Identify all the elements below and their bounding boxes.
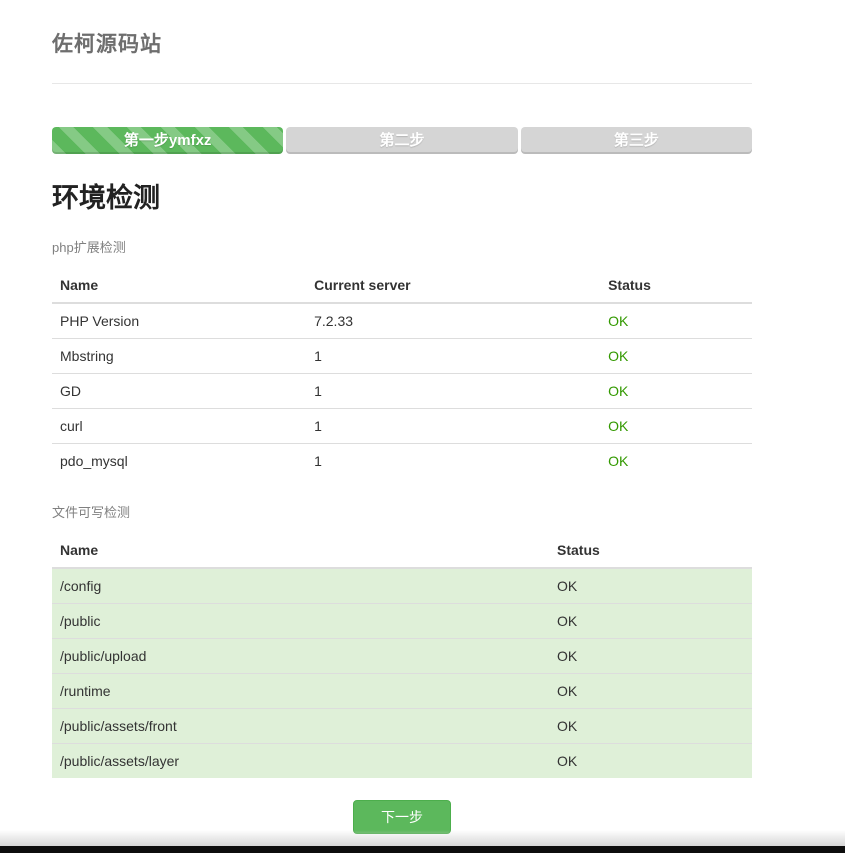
ext-value: 7.2.33 bbox=[306, 303, 600, 339]
file-check-label: 文件可写检测 bbox=[52, 502, 752, 521]
table-row: Mbstring 1 OK bbox=[52, 339, 752, 374]
header-divider bbox=[52, 83, 752, 84]
php-check-label: php扩展检测 bbox=[52, 237, 752, 256]
table-row: /config OK bbox=[52, 568, 752, 604]
table-row: curl 1 OK bbox=[52, 409, 752, 444]
table-header-row: Name Status bbox=[52, 533, 752, 568]
table-row: GD 1 OK bbox=[52, 374, 752, 409]
table-row: /public/assets/front OK bbox=[52, 709, 752, 744]
ext-name: curl bbox=[52, 409, 306, 444]
path-name: /runtime bbox=[52, 674, 549, 709]
table-row: /runtime OK bbox=[52, 674, 752, 709]
ext-value: 1 bbox=[306, 339, 600, 374]
col-header-status: Status bbox=[600, 268, 752, 303]
table-header-row: Name Current server Status bbox=[52, 268, 752, 303]
ext-name: Mbstring bbox=[52, 339, 306, 374]
status-badge: OK bbox=[600, 409, 752, 444]
next-step-button[interactable]: 下一步 bbox=[353, 800, 451, 834]
ext-name: PHP Version bbox=[52, 303, 306, 339]
tab-step-1[interactable]: 第一步ymfxz bbox=[52, 127, 283, 154]
path-name: /public/upload bbox=[52, 639, 549, 674]
table-row: PHP Version 7.2.33 OK bbox=[52, 303, 752, 339]
table-row: /public OK bbox=[52, 604, 752, 639]
ext-value: 1 bbox=[306, 444, 600, 479]
col-header-name: Name bbox=[52, 533, 549, 568]
file-writable-table: Name Status /config OK /public OK /publi… bbox=[52, 533, 752, 778]
status-badge: OK bbox=[600, 303, 752, 339]
col-header-name: Name bbox=[52, 268, 306, 303]
status-badge: OK bbox=[600, 444, 752, 479]
status-badge: OK bbox=[600, 374, 752, 409]
button-row: 下一步 bbox=[52, 800, 752, 834]
page-heading: 环境检测 bbox=[52, 176, 752, 215]
path-name: /public bbox=[52, 604, 549, 639]
ext-value: 1 bbox=[306, 374, 600, 409]
status-badge: OK bbox=[549, 709, 752, 744]
status-badge: OK bbox=[549, 639, 752, 674]
ext-name: pdo_mysql bbox=[52, 444, 306, 479]
status-badge: OK bbox=[549, 604, 752, 639]
col-header-status: Status bbox=[549, 533, 752, 568]
page-title: 佐柯源码站 bbox=[52, 0, 752, 58]
path-name: /public/assets/layer bbox=[52, 744, 549, 779]
col-header-current-server: Current server bbox=[306, 268, 600, 303]
table-row: /public/upload OK bbox=[52, 639, 752, 674]
ext-name: GD bbox=[52, 374, 306, 409]
php-extension-table: Name Current server Status PHP Version 7… bbox=[52, 268, 752, 478]
path-name: /public/assets/front bbox=[52, 709, 549, 744]
install-wizard-page: 佐柯源码站 第一步ymfxz 第二步 第三步 环境检测 php扩展检测 Name… bbox=[52, 0, 752, 834]
status-badge: OK bbox=[549, 568, 752, 604]
status-badge: OK bbox=[549, 674, 752, 709]
tab-step-2[interactable]: 第二步 bbox=[286, 127, 517, 154]
status-badge: OK bbox=[600, 339, 752, 374]
ext-value: 1 bbox=[306, 409, 600, 444]
step-progress-bar: 第一步ymfxz 第二步 第三步 bbox=[52, 127, 752, 154]
window-bottom-edge bbox=[0, 846, 845, 853]
tab-step-3[interactable]: 第三步 bbox=[521, 127, 752, 154]
path-name: /config bbox=[52, 568, 549, 604]
status-badge: OK bbox=[549, 744, 752, 779]
table-row: /public/assets/layer OK bbox=[52, 744, 752, 779]
table-row: pdo_mysql 1 OK bbox=[52, 444, 752, 479]
